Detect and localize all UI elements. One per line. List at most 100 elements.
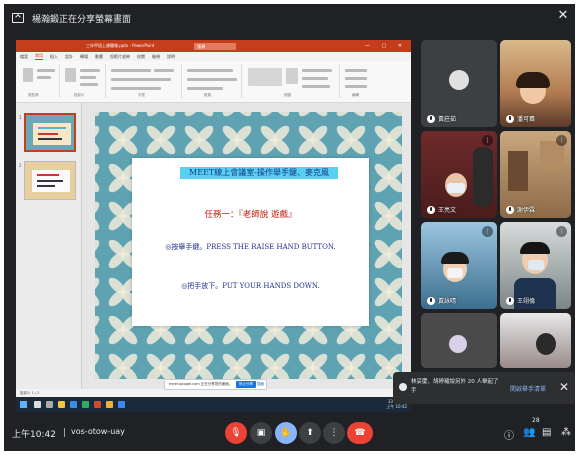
screen-share-notice: meet.google.com 正在分享您的畫面。 停止分享 隱藏 [164, 379, 267, 390]
ribbon-group-drawing[interactable]: 繪圖 [244, 64, 340, 98]
search-icon[interactable] [34, 401, 41, 408]
window-controls[interactable]: — ▢ ✕ [365, 43, 407, 49]
participant-tile[interactable]: ⋮ 王亮文 [421, 131, 497, 218]
mic-muted-icon [427, 114, 435, 123]
participant-name: 潘可蕎 [517, 116, 536, 123]
present-screen-icon [12, 13, 24, 23]
powerpoint-window-title: 三年甲班上課簡報.pptx - PowerPoint [86, 43, 155, 48]
participant-tile[interactable]: 黃莊茹 [421, 40, 497, 127]
camera-off-button[interactable]: ▣ [250, 422, 272, 444]
ribbon-group-font[interactable]: 字型 [108, 64, 182, 98]
more-options-icon[interactable]: ⋮ [482, 135, 493, 146]
powerpoint-titlebar: 三年甲班上課簡報.pptx - PowerPoint 搜尋 — ▢ ✕ [16, 40, 411, 52]
more-options-icon[interactable]: ⋮ [556, 135, 567, 146]
hangup-icon: ☎ [354, 428, 366, 438]
edge-icon[interactable] [70, 401, 77, 408]
ribbon-tab[interactable]: 校閱 [137, 54, 145, 60]
divider [64, 428, 65, 437]
activities-icon[interactable]: ⁂ [561, 427, 571, 438]
participant-tile[interactable] [500, 313, 571, 368]
ribbon-tab[interactable]: 說明 [167, 54, 175, 60]
ribbon-tab[interactable]: 檔案 [20, 54, 28, 60]
more-options-icon[interactable]: ⋮ [556, 226, 567, 237]
windows-start-icon[interactable] [20, 401, 27, 408]
powerpoint-workspace: 1 2 MEET線上會議室-操作舉手鍵、麥克風 任務一：『老師說 遊戲』 ◎按舉… [16, 103, 411, 389]
mic-muted-icon [506, 205, 514, 214]
leave-call-button[interactable]: ☎ [347, 422, 373, 444]
ribbon-tab[interactable]: 投影片放映 [110, 54, 130, 60]
ribbon-group-editing[interactable]: 編輯 [342, 64, 378, 98]
open-raised-hands-link[interactable]: 開啟舉手清單 [510, 384, 546, 393]
mic-muted-icon [506, 114, 514, 123]
presenter-title: 楊瀚鍛正在分享螢幕畫面 [32, 14, 132, 25]
ribbon-tab-active[interactable]: 常用 [35, 53, 43, 60]
slide-task-title: 任務一：『老師說 遊戲』 [204, 210, 297, 220]
chrome-icon[interactable] [106, 401, 113, 408]
participant-name: 黃莊茹 [438, 116, 457, 123]
mic-muted-icon [427, 205, 435, 214]
meeting-code: vos-otow-uay [71, 427, 125, 436]
ribbon-tab[interactable]: 轉場 [80, 54, 88, 60]
ribbon-tab[interactable]: 動畫 [95, 54, 103, 60]
participant-tile[interactable] [421, 313, 497, 368]
mic-muted-icon [506, 296, 514, 305]
ribbon-group-clipboard[interactable]: 剪貼簿 [20, 64, 60, 98]
more-options-button[interactable]: ⋮ [323, 422, 345, 444]
meet-taskbar-icon[interactable] [118, 401, 125, 408]
chat-icon[interactable]: ▤ [542, 427, 551, 438]
participant-tile[interactable]: ⋮ 王翊倫 [500, 222, 571, 309]
participant-name: 黃詠晴 [438, 298, 457, 305]
meeting-time: 上午10:42 [12, 430, 56, 440]
store-icon[interactable] [82, 401, 89, 408]
stop-sharing-button[interactable]: 停止分享 [236, 381, 256, 388]
raise-hand-button[interactable]: ✋ [275, 422, 297, 444]
mic-off-button[interactable]: 🎙 [225, 422, 247, 444]
ribbon-tab[interactable]: 檢視 [152, 54, 160, 60]
slide-heading: MEET線上會議室-操作舉手鍵、麥克風 [180, 167, 338, 179]
slide-thumbnails: 1 2 [16, 103, 82, 389]
participant-tile[interactable]: ⋮ 謝伊霖 [500, 131, 571, 218]
powerpoint-search[interactable]: 搜尋 [194, 42, 237, 50]
file-explorer-icon[interactable] [58, 401, 65, 408]
raise-hand-icon [399, 383, 407, 391]
present-now-icon: ⬆ [306, 428, 314, 438]
powerpoint-taskbar-icon[interactable] [94, 401, 101, 408]
participant-count-badge: 28 [532, 417, 540, 424]
mic-muted-icon [427, 296, 435, 305]
close-notification-button[interactable]: ✕ [559, 380, 569, 394]
mic-off-icon: 🎙 [230, 428, 242, 438]
ribbon-group-slides[interactable]: 投影片 [62, 64, 106, 98]
share-notice-text: meet.google.com 正在分享您的畫面。 [169, 382, 233, 386]
ribbon-tab[interactable]: 設計 [65, 54, 73, 60]
meeting-controls: 上午10:42 vos-otow-uay 🎙 ▣ ✋ ⬆ ⋮ ☎ ⓘ 28 👥 … [4, 414, 575, 451]
close-presentation-button[interactable]: ✕ [556, 9, 570, 23]
more-options-icon: ⋮ [329, 428, 339, 438]
participant-name: 王亮文 [438, 207, 457, 214]
meet-window: 楊瀚鍛正在分享螢幕畫面 ✕ 三年甲班上課簡報.pptx - PowerPoint… [4, 4, 575, 451]
raise-hand-icon: ✋ [280, 428, 292, 438]
ribbon-tab[interactable]: 插入 [50, 54, 58, 60]
camera-off-icon: ▣ [256, 428, 266, 438]
slide-thumbnail[interactable] [24, 161, 76, 200]
slide-instruction-hands-down: ◎把手放下。PUT YOUR HANDS DOWN. [181, 282, 320, 290]
powerpoint-statusbar: 投影片 1 / 2 [16, 389, 411, 397]
notification-message: 林妥慶、胡婷羅說另外 20 人舉起了手 [411, 379, 499, 394]
participant-name: 謝伊霖 [517, 207, 536, 214]
ribbon-group-paragraph[interactable]: 段落 [184, 64, 242, 98]
present-now-button[interactable]: ⬆ [299, 422, 321, 444]
presentation-header: 楊瀚鍛正在分享螢幕畫面 ✕ [4, 4, 575, 32]
current-slide[interactable]: MEET線上會議室-操作舉手鍵、麥克風 任務一：『老師說 遊戲』 ◎按舉手鍵。P… [95, 112, 402, 379]
people-icon[interactable]: 👥 [523, 427, 535, 438]
task-view-icon[interactable] [46, 401, 53, 408]
participant-tile[interactable]: 潘可蕎 [500, 40, 571, 127]
slide-thumbnail[interactable] [24, 113, 76, 152]
powerpoint-tabs: 檔案 常用 插入 設計 轉場 動畫 投影片放映 校閱 檢視 說明 [16, 52, 411, 61]
more-options-icon[interactable]: ⋮ [482, 226, 493, 237]
hide-notice-button[interactable]: 隱藏 [257, 380, 264, 389]
raised-hands-notification: 林妥慶、胡婷羅說另外 20 人舉起了手 開啟舉手清單 ✕ [393, 372, 575, 404]
shared-screen: 三年甲班上課簡報.pptx - PowerPoint 搜尋 — ▢ ✕ 檔案 常… [16, 40, 411, 412]
windows-taskbar: 33°C 多雲 上午 10:42 [16, 397, 411, 412]
participant-tile[interactable]: ⋮ 黃詠晴 [421, 222, 497, 309]
slide-content-card: MEET線上會議室-操作舉手鍵、麥克風 任務一：『老師說 遊戲』 ◎按舉手鍵。P… [132, 158, 369, 326]
info-icon[interactable]: ⓘ [504, 427, 514, 442]
